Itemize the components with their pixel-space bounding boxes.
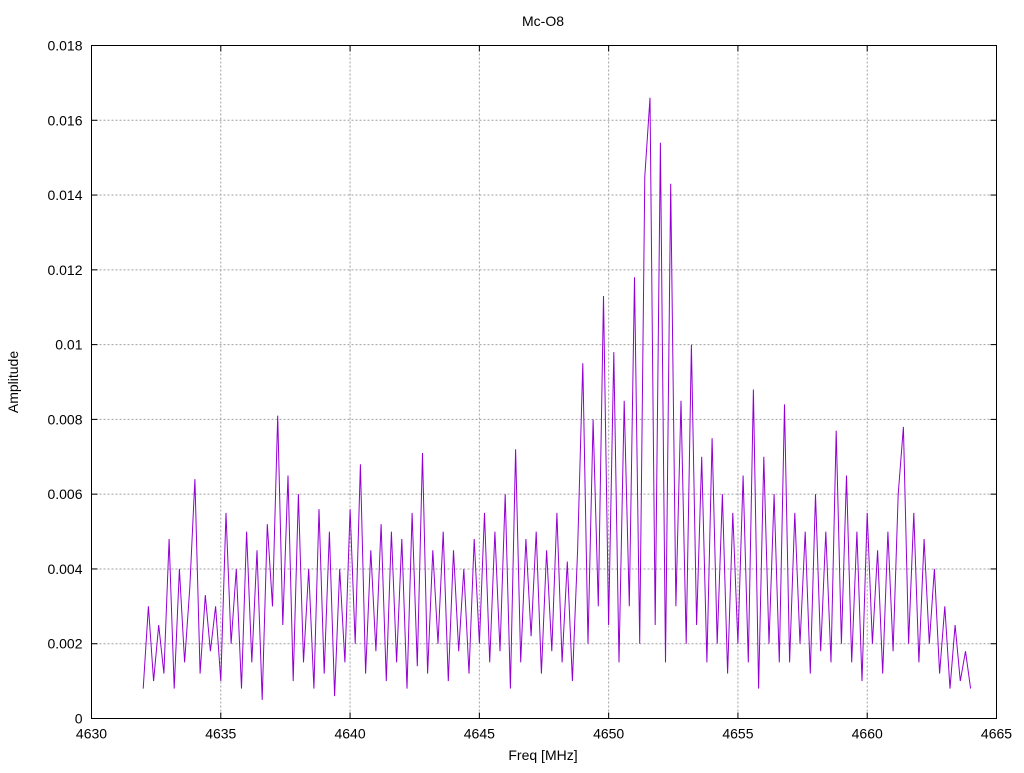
y-tick-label: 0.01: [55, 337, 82, 353]
y-tick-label: 0.018: [47, 38, 82, 54]
y-tick-label: 0: [75, 711, 83, 727]
y-tick-label: 0.004: [47, 561, 82, 577]
y-axis-label: Amplitude: [5, 351, 21, 413]
x-tick-label: 4660: [852, 726, 883, 742]
y-tick-label: 0.016: [47, 112, 82, 128]
y-tick-label: 0.008: [47, 411, 82, 427]
y-tick-label: 0.006: [47, 486, 82, 502]
x-axis-label: Freq [MHz]: [508, 747, 577, 763]
y-tick-label: 0.002: [47, 636, 82, 652]
chart-title: Mc-O8: [522, 13, 564, 29]
x-tick-label: 4645: [464, 726, 495, 742]
x-tick-label: 4655: [722, 726, 753, 742]
x-tick-label: 4665: [981, 726, 1012, 742]
y-tick-label: 0.012: [47, 262, 82, 278]
y-tick-label: 0.014: [47, 187, 82, 203]
x-tick-label: 4635: [205, 726, 236, 742]
chart: 4630 4635 4640 4645 4650 4655 4660 4665 0 0.002 0.…: [5, 13, 1012, 763]
x-tick-label: 4640: [334, 726, 365, 742]
x-tick-label: 4650: [593, 726, 624, 742]
series-line: [142, 97, 972, 700]
x-tick-label: 4630: [76, 726, 107, 742]
